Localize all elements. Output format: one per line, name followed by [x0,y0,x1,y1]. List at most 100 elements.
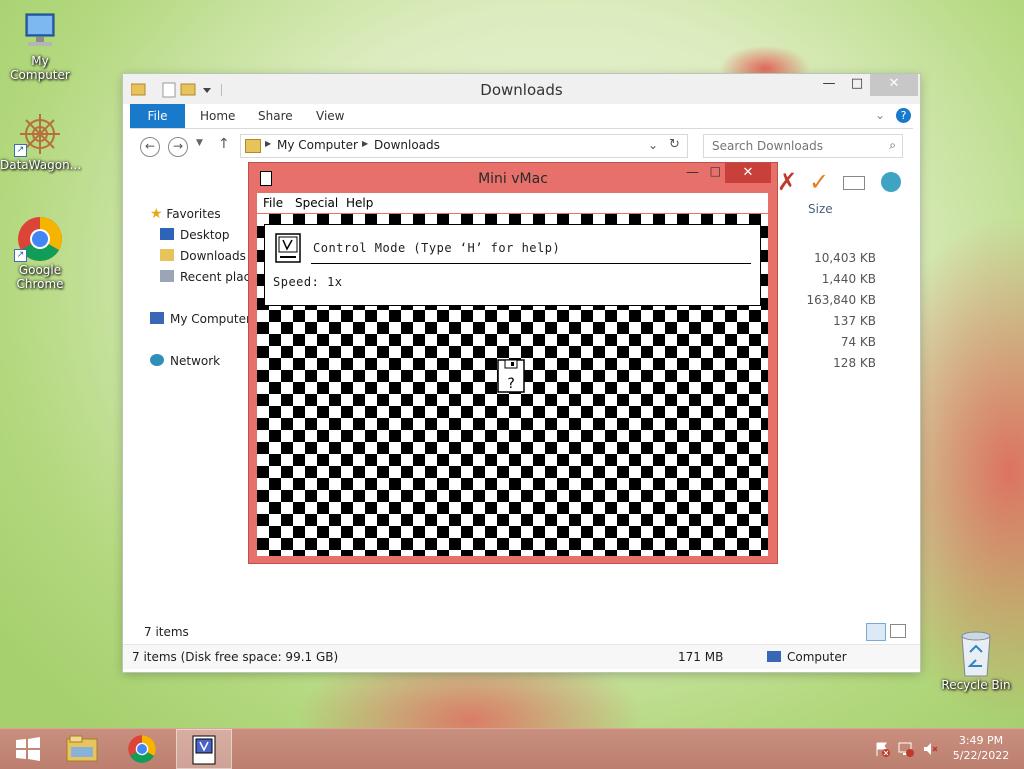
column-header-size[interactable]: Size [808,202,833,216]
breadcrumb-downloads[interactable]: Downloads [374,138,440,152]
breadcrumb-separator: ▶ [265,139,272,148]
recent-places-icon [160,270,174,282]
control-mode-text: Control Mode (Type ‘H’ for help) [313,241,561,255]
address-dropdown-icon[interactable]: ⌄ [648,138,658,152]
address-box[interactable]: ▶ My Computer ▶ Downloads ⌄ ↻ [240,134,688,158]
close-button[interactable]: ✕ [870,74,918,96]
file-size: 1,440 KB [821,272,876,286]
nav-desktop[interactable]: Desktop [160,225,230,245]
checkmark-icon[interactable]: ✓ [809,168,829,196]
close-button[interactable]: ✕ [725,163,771,183]
minimize-button[interactable]: — [686,165,699,180]
forward-button[interactable]: → [168,137,188,157]
menu-special[interactable]: Special [295,196,338,210]
menu-file[interactable]: File [263,196,283,210]
desktop-icon-label: DataWagon... [0,158,82,172]
classic-mac-icon [275,233,301,263]
ribbon-tabs: File Home Share View ⌄ ? [130,104,913,129]
star-icon: ★ [150,206,163,222]
action-center-icon[interactable] [874,741,890,757]
desktop-icon-recycle-bin[interactable]: Recycle Bin [938,630,1014,692]
network-tray-icon[interactable] [898,741,914,757]
help-icon[interactable]: ? [896,108,911,123]
downloads-folder-icon [160,249,174,261]
desktop-icon-label: Google Chrome [16,263,64,291]
status-item-count: 7 items (Disk free space: 99.1 GB) [132,650,339,664]
menu-help[interactable]: Help [346,196,373,210]
taskbar-mini-vmac[interactable] [176,729,232,769]
refresh-icon[interactable]: ↻ [669,137,680,152]
svg-text:?: ? [507,376,515,392]
maximize-button[interactable]: □ [710,164,721,178]
up-button[interactable]: ↑ [218,136,230,152]
nav-my-computer[interactable]: My Computer [150,309,251,329]
tab-home[interactable]: Home [200,104,235,128]
file-size: 74 KB [840,335,876,349]
missing-disk-icon: ? [497,359,525,393]
large-icons-view-button[interactable] [890,624,906,638]
divider [311,263,751,264]
taskbar: 3:49 PM 5/22/2022 [0,728,1024,769]
desktop-icon-label: My Computer [10,54,70,82]
file-size: 10,403 KB [814,251,876,265]
start-button[interactable] [0,729,56,769]
details-view-button[interactable] [866,623,886,641]
folder-icon [245,139,261,153]
desktop-icon-my-computer[interactable]: My Computer [0,10,80,82]
classic-mac-icon [192,735,216,765]
chrome-icon [128,735,156,763]
desktop-icon [160,228,174,240]
clock-date: 5/22/2022 [952,749,1010,762]
address-bar-row: ← → ▼ ↑ ▶ My Computer ▶ Downloads ⌄ ↻ ⌕ [130,132,913,162]
computer-icon [25,13,55,46]
file-size: 128 KB [833,356,876,370]
volume-muted-icon[interactable] [922,741,938,757]
status-location: Computer [787,650,847,664]
emulator-screen[interactable]: Control Mode (Type ‘H’ for help) Speed: … [257,214,768,556]
breadcrumb-my-computer[interactable]: My Computer [277,138,358,152]
network-icon [150,354,164,366]
windows-logo-icon [16,737,40,761]
navigation-pane: ★ Favorites Desktop Downloads Recent pla… [130,196,251,636]
ribbon-expand-icon[interactable]: ⌄ [875,108,885,122]
status-bar: 7 items (Disk free space: 99.1 GB) 171 M… [123,644,920,669]
maximize-button[interactable]: □ [843,74,871,96]
computer-icon [150,312,164,324]
delete-icon[interactable]: ✗ [777,168,797,196]
taskbar-chrome[interactable] [114,729,170,769]
search-box[interactable]: ⌕ [703,134,903,158]
vmac-menu-bar: File Special Help [257,193,768,213]
nav-downloads[interactable]: Downloads [160,246,246,266]
status-size: 171 MB [678,650,724,664]
breadcrumb-separator: ▶ [362,139,369,148]
clock-time: 3:49 PM [958,734,1004,747]
taskbar-clock[interactable]: 3:49 PM 5/22/2022 [946,733,1016,763]
globe-icon[interactable] [881,172,901,192]
mini-vmac-window: Mini vMac — □ ✕ File Special Help Contro… [248,162,778,564]
back-button[interactable]: ← [140,137,160,157]
tab-view[interactable]: View [316,104,344,128]
desktop-icon-label: Recycle Bin [941,678,1011,692]
speed-text: Speed: 1x [273,275,343,289]
window-title: Downloads [480,81,563,99]
folder-icon [66,735,98,762]
nav-favorites[interactable]: ★ Favorites [150,204,221,224]
search-icon[interactable]: ⌕ [889,138,896,153]
recent-locations-icon[interactable]: ▼ [196,138,203,148]
minimize-button[interactable]: — [815,74,843,96]
desktop-icon-google-chrome[interactable]: ↗ Google Chrome [0,215,80,291]
file-size: 163,840 KB [806,293,876,307]
properties-icon[interactable] [843,176,865,190]
computer-icon [767,651,781,662]
taskbar-file-explorer[interactable] [54,729,110,769]
search-input[interactable] [710,138,874,154]
nav-recent-places[interactable]: Recent places [160,267,250,287]
explorer-titlebar[interactable]: Downloads — □ ✕ [123,74,920,104]
tab-file[interactable]: File [130,104,185,128]
control-mode-panel: Control Mode (Type ‘H’ for help) Speed: … [264,224,761,306]
shortcut-arrow-icon: ↗ [14,249,27,262]
recycle-bin-icon [961,631,991,677]
tab-share[interactable]: Share [258,104,293,128]
nav-network[interactable]: Network [150,351,220,371]
desktop-icon-datawagon[interactable]: ↗ DataWagon... [0,110,82,172]
